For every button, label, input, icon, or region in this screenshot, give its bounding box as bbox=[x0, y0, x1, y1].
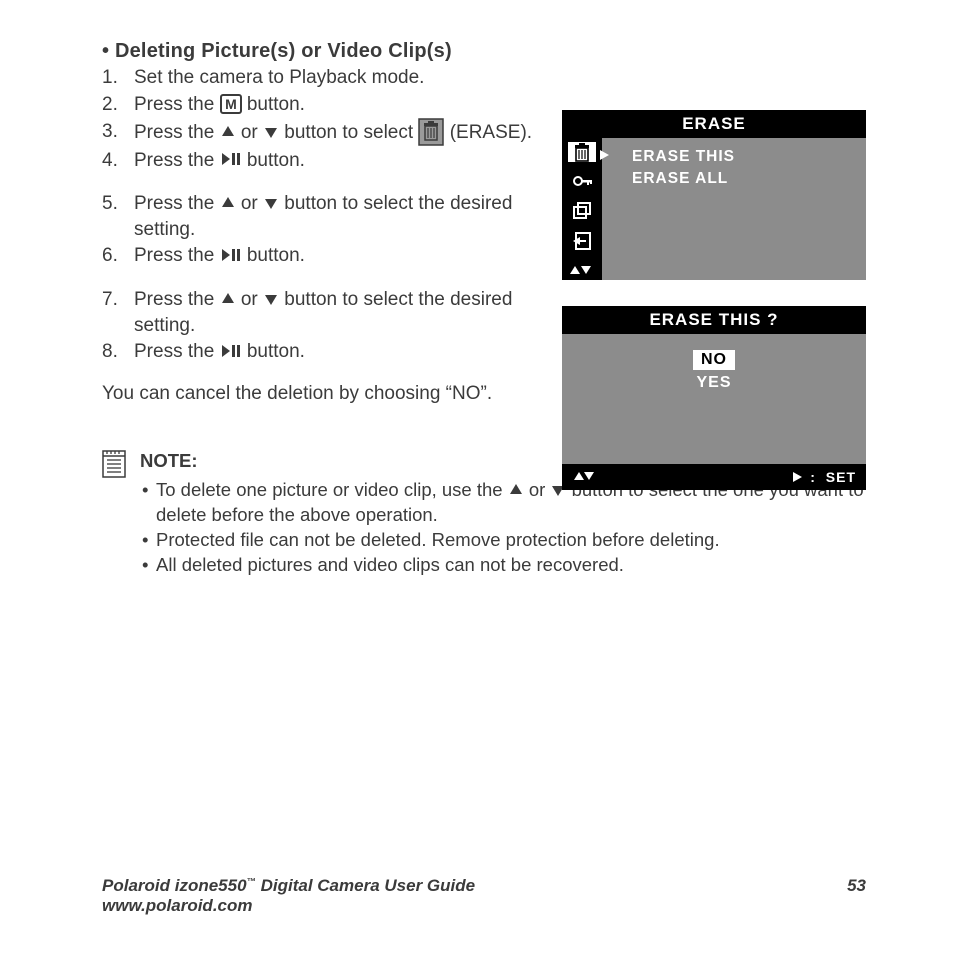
step-2: Press the button. bbox=[134, 92, 564, 118]
option-no: NO bbox=[693, 350, 735, 370]
up-arrow-icon bbox=[220, 291, 236, 307]
sidebar-trash-icon bbox=[568, 142, 596, 162]
step-3: Press the or button to select (ERASE). bbox=[134, 119, 564, 147]
step-5: Press the or button to select the desire… bbox=[134, 191, 564, 242]
down-arrow-icon bbox=[263, 195, 279, 211]
lcd-erase-confirm: ERASE THIS ? NO YES : SET bbox=[562, 306, 866, 490]
up-arrow-icon bbox=[220, 124, 236, 140]
step-4: Press the button. bbox=[134, 148, 564, 174]
option-yes: YES bbox=[562, 374, 866, 392]
step-7: Press the or button to select the desire… bbox=[134, 287, 564, 338]
lcd-erase-menu: ERASE ERASE THIS ERASE ALL bbox=[562, 110, 866, 280]
note-heading: NOTE: bbox=[140, 449, 198, 474]
page-footer: Polaroid izone550™ Digital Camera User G… bbox=[102, 876, 866, 916]
sidebar-copy-icon bbox=[568, 201, 596, 220]
up-arrow-icon bbox=[508, 482, 524, 498]
sidebar-protect-icon bbox=[568, 172, 596, 191]
cursor-icon bbox=[598, 148, 612, 167]
up-arrow-icon bbox=[220, 195, 236, 211]
play-pause-icon bbox=[220, 343, 242, 359]
lcd-title: ERASE THIS ? bbox=[562, 306, 866, 334]
menu-button-icon bbox=[220, 94, 242, 114]
sidebar-export-icon bbox=[568, 231, 596, 251]
step-1: Set the camera to Playback mode. bbox=[134, 65, 564, 91]
step-8: Press the button. bbox=[134, 339, 564, 365]
down-arrow-icon bbox=[263, 124, 279, 140]
menu-erase-this: ERASE THIS bbox=[612, 146, 856, 168]
sidebar-updown-icon bbox=[568, 261, 596, 280]
step-6: Press the button. bbox=[134, 243, 564, 269]
page-number: 53 bbox=[847, 876, 866, 916]
trash-icon bbox=[418, 118, 444, 146]
section-heading: • Deleting Picture(s) or Video Clip(s) bbox=[102, 40, 866, 63]
play-pause-icon bbox=[220, 151, 242, 167]
play-pause-icon bbox=[220, 247, 242, 263]
foot-set: : SET bbox=[791, 469, 856, 485]
note-line-2: Protected file can not be deleted. Remov… bbox=[156, 528, 720, 553]
lcd-title: ERASE bbox=[562, 110, 866, 138]
note-line-3: All deleted pictures and video clips can… bbox=[156, 553, 624, 578]
menu-erase-all: ERASE ALL bbox=[612, 168, 856, 190]
down-arrow-icon bbox=[263, 291, 279, 307]
notepad-icon bbox=[102, 450, 126, 478]
foot-updown-icon bbox=[572, 469, 596, 485]
